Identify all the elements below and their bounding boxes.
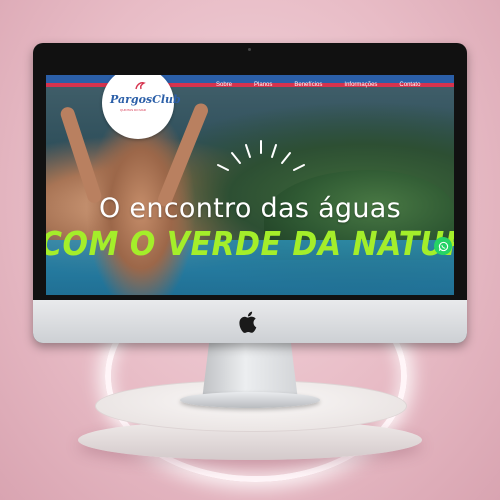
whatsapp-button[interactable] xyxy=(434,237,452,255)
nav-beneficios[interactable]: Benefícios xyxy=(294,82,322,88)
logo-name: PargosClub xyxy=(110,93,181,106)
monitor-foot xyxy=(180,392,320,408)
nav-planos[interactable]: Planos xyxy=(254,82,272,88)
sparkle-rays-icon xyxy=(217,140,305,171)
logo-tagline: QUINTAS DO MAR xyxy=(120,108,146,112)
nav-informacoes[interactable]: Informações xyxy=(344,82,377,88)
monitor-chin xyxy=(33,300,467,343)
monitor: PargosClub QUINTAS DO MAR Sobre Planos B… xyxy=(33,43,467,343)
logo-wave-icon xyxy=(135,82,146,90)
camera xyxy=(248,48,251,51)
main-nav: Sobre Planos Benefícios Informações Cont… xyxy=(216,82,420,88)
whatsapp-icon xyxy=(438,241,448,251)
nav-sobre[interactable]: Sobre xyxy=(216,82,232,88)
hero-subtitle: COM O VERDE DA NATUREZA xyxy=(46,225,454,264)
apple-logo-icon xyxy=(239,311,257,333)
hero-title: O encontro das águas xyxy=(99,193,401,224)
nav-contato[interactable]: Contato xyxy=(399,82,420,88)
website-screen: PargosClub QUINTAS DO MAR Sobre Planos B… xyxy=(46,75,454,295)
monitor-stand xyxy=(202,338,298,400)
